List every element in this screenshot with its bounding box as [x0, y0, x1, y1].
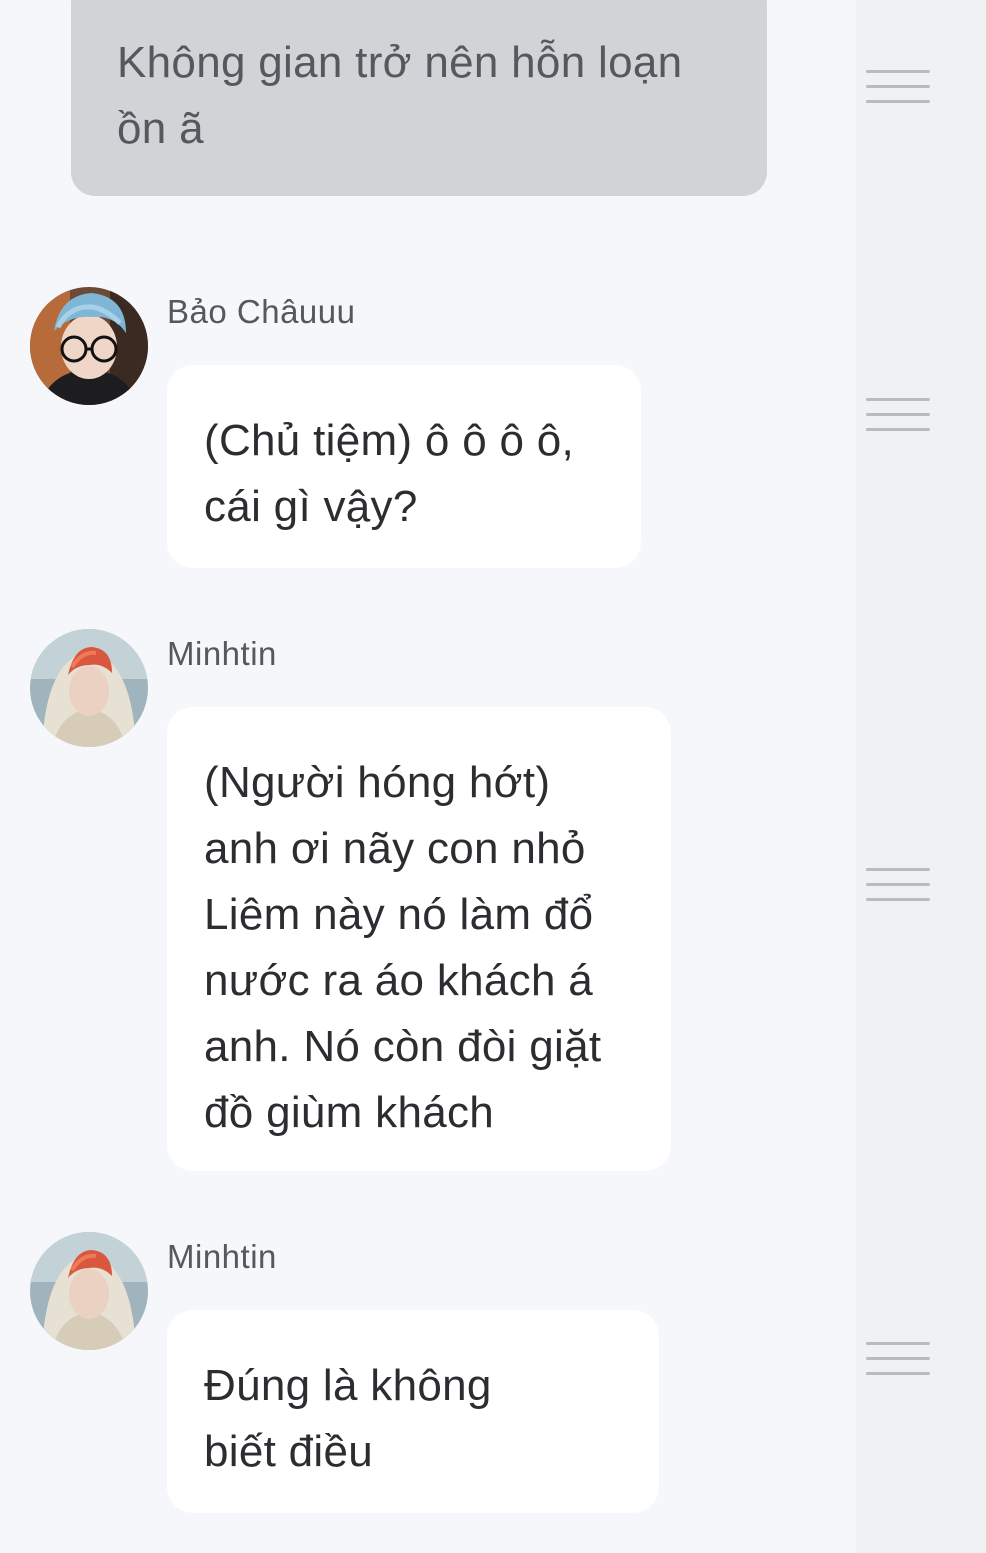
message-line: Liêm này nó làm đổ [204, 890, 594, 939]
message-text: (Chủ tiệm) ô ô ô ô, cái gì vậy? [204, 408, 611, 540]
message-line: anh. Nó còn đòi giặt [204, 1022, 602, 1071]
avatar-photo-icon [30, 1232, 148, 1350]
message-text: (Người hóng hớt) anh ơi nãy con nhỏ Liêm… [204, 750, 641, 1146]
avatar-minhtin[interactable] [30, 629, 148, 747]
sender-name: Minhtin [167, 635, 277, 672]
message-text: Đúng là không biết điều [204, 1353, 629, 1485]
sender-name: Minhtin [167, 1238, 277, 1275]
message-line: anh ơi nãy con nhỏ [204, 824, 586, 873]
narration-line: Không gian trở nên hỗn loạn [117, 38, 683, 87]
message-line: cái gì vậy? [204, 482, 418, 531]
drag-handle-icon[interactable] [866, 398, 930, 432]
narration-line: ồn ã [117, 104, 204, 153]
narration-bubble[interactable]: Không gian trở nên hỗn loạn ồn ã [71, 0, 767, 196]
narration-text: Không gian trở nên hỗn loạn ồn ã [117, 30, 727, 162]
sender-name: Bảo Châuuu [167, 293, 356, 330]
message-line: (Chủ tiệm) ô ô ô ô, [204, 416, 575, 465]
avatar-bao-chau[interactable] [30, 287, 148, 405]
chat-area: Không gian trở nên hỗn loạn ồn ã Bảo Châ… [0, 0, 856, 1553]
avatar-photo-icon [30, 629, 148, 747]
message-line: (Người hóng hớt) [204, 758, 551, 807]
message-line: nước ra áo khách á [204, 956, 594, 1005]
avatar-photo-icon [30, 287, 148, 405]
side-rail [856, 0, 986, 1553]
drag-handle-icon[interactable] [866, 868, 930, 902]
message-line: biết điều [204, 1427, 374, 1476]
message-line: đồ giùm khách [204, 1088, 495, 1137]
message-bubble[interactable]: (Người hóng hớt) anh ơi nãy con nhỏ Liêm… [167, 707, 671, 1171]
drag-handle-icon[interactable] [866, 70, 930, 104]
avatar-minhtin[interactable] [30, 1232, 148, 1350]
drag-handle-icon[interactable] [866, 1342, 930, 1376]
message-line: Đúng là không [204, 1361, 492, 1410]
message-bubble[interactable]: Đúng là không biết điều [167, 1310, 659, 1513]
message-bubble[interactable]: (Chủ tiệm) ô ô ô ô, cái gì vậy? [167, 365, 641, 568]
